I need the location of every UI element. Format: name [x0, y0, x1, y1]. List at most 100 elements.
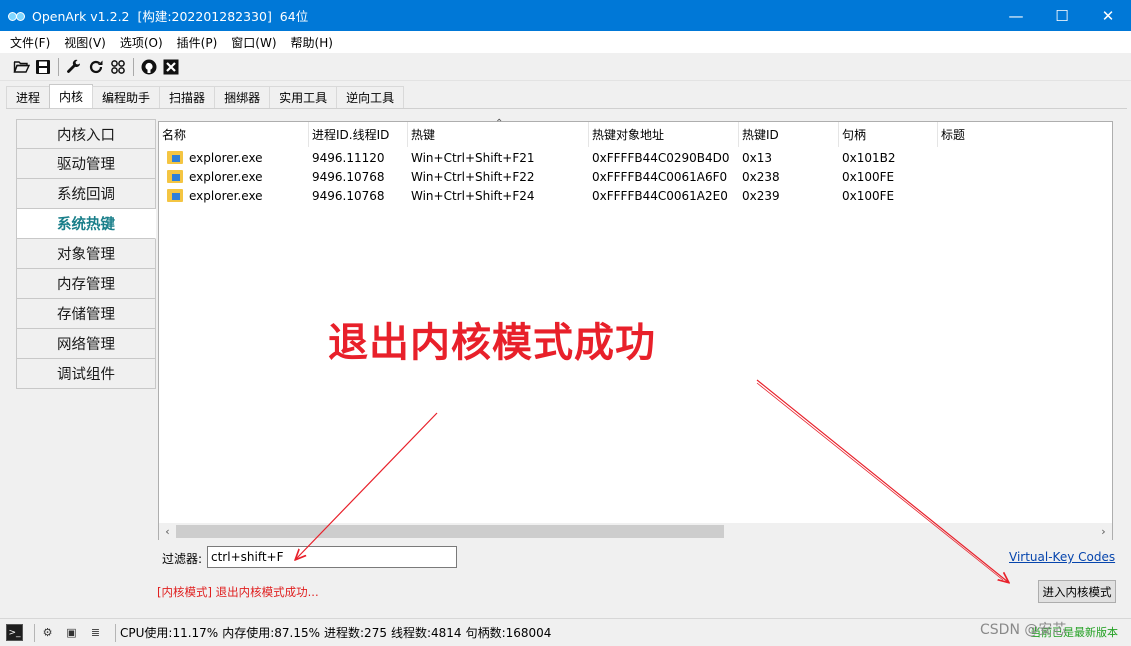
menu-bar: 文件(F) 视图(V) 选项(O) 插件(P) 窗口(W) 帮助(H): [0, 31, 1131, 53]
settings-gear-icon[interactable]: ⚙: [39, 624, 56, 641]
sidebar-item-network-manager[interactable]: 网络管理: [16, 329, 156, 359]
sort-indicator-icon: ⌃: [495, 118, 504, 129]
horizontal-scrollbar[interactable]: ‹ ›: [159, 523, 1112, 540]
column-header-hotkey-id[interactable]: 热键ID: [739, 122, 839, 147]
cell-hotkey: Win+Ctrl+Shift+F22: [411, 169, 535, 184]
table-row[interactable]: explorer.exe 9496.10768 Win+Ctrl+Shift+F…: [159, 167, 1112, 186]
cell-hotkey-id: 0x13: [742, 150, 773, 165]
github-icon[interactable]: [138, 56, 160, 78]
tab-reverse[interactable]: 逆向工具: [336, 86, 405, 108]
menu-help[interactable]: 帮助(H): [284, 34, 340, 51]
cell-handle: 0x101B2: [842, 150, 896, 165]
sidebar-item-storage-manager[interactable]: 存储管理: [16, 299, 156, 329]
cell-pid-tid: 9496.10768: [312, 188, 385, 203]
cell-name-text: explorer.exe: [189, 169, 263, 184]
column-header-hotkey-object-address[interactable]: 热键对象地址: [589, 122, 739, 147]
cell-address: 0xFFFFB44C0061A2E0: [592, 188, 728, 203]
scroll-right-icon[interactable]: ›: [1095, 523, 1112, 540]
cell-name: explorer.exe: [159, 188, 309, 203]
menu-view[interactable]: 视图(V): [57, 34, 113, 51]
cell-name: explorer.exe: [159, 169, 309, 184]
cell-hotkey-id: 0x238: [742, 169, 780, 184]
cell-name: explorer.exe: [159, 150, 309, 165]
column-header-name[interactable]: 名称: [159, 122, 309, 147]
openark-logo-icon: [8, 10, 25, 22]
tab-process[interactable]: 进程: [6, 86, 51, 108]
explorer-icon: [167, 188, 183, 202]
close-box-icon[interactable]: [160, 56, 182, 78]
open-folder-icon[interactable]: [10, 56, 32, 78]
cell-address: 0xFFFFB44C0061A6F0: [592, 169, 728, 184]
tab-utilities[interactable]: 实用工具: [269, 86, 338, 108]
menu-options[interactable]: 选项(O): [113, 34, 170, 51]
handle-count: 句柄数:168004: [465, 626, 552, 640]
enter-kernel-mode-button[interactable]: 进入内核模式: [1038, 580, 1116, 603]
cell-pid-tid: 9496.10768: [312, 169, 385, 184]
cell-hotkey: Win+Ctrl+Shift+F21: [411, 150, 535, 165]
statusbar-separator: [34, 623, 35, 642]
status-bar: >_ ⚙ ▣ ≣ CPU使用:11.17% 内存使用:87.15% 进程数:27…: [0, 618, 1131, 646]
sidebar-item-memory-manager[interactable]: 内存管理: [16, 269, 156, 299]
table-header: 名称 进程ID.线程ID 热键 热键对象地址 热键ID 句柄 标题 ⌃: [159, 118, 1112, 147]
save-icon[interactable]: [32, 56, 54, 78]
cell-name-text: explorer.exe: [189, 188, 263, 203]
table-body: explorer.exe 9496.11120 Win+Ctrl+Shift+F…: [159, 148, 1112, 205]
cell-pid-tid: 9496.11120: [312, 150, 385, 165]
explorer-icon: [167, 150, 183, 164]
cell-handle: 0x100FE: [842, 188, 895, 203]
explorer-icon: [167, 169, 183, 183]
cell-address: 0xFFFFB44C0290B4D0: [592, 150, 730, 165]
tab-scanner[interactable]: 扫描器: [159, 86, 216, 108]
column-header-handle[interactable]: 句柄: [839, 122, 938, 147]
tab-kernel[interactable]: 内核: [49, 84, 94, 108]
table-row[interactable]: explorer.exe 9496.11120 Win+Ctrl+Shift+F…: [159, 148, 1112, 167]
toolbar-separator: [133, 57, 134, 76]
wrench-icon[interactable]: [63, 56, 85, 78]
stack-icon[interactable]: ≣: [87, 624, 104, 641]
filter-input[interactable]: [207, 546, 457, 568]
scrollbar-thumb[interactable]: [176, 525, 724, 538]
memory-usage: 内存使用:87.15%: [222, 626, 321, 640]
virtual-key-codes-link[interactable]: Virtual-Key Codes: [1009, 550, 1115, 564]
process-icon[interactable]: ▣: [63, 624, 80, 641]
csdn-watermark: CSDN @安芯: [980, 622, 1067, 638]
sidebar-item-kernel-entry[interactable]: 内核入口: [16, 119, 156, 149]
cell-hotkey: Win+Ctrl+Shift+F24: [411, 188, 535, 203]
scroll-left-icon[interactable]: ‹: [159, 523, 176, 540]
process-count: 进程数:275: [324, 626, 387, 640]
column-header-pid-tid[interactable]: 进程ID.线程ID: [309, 122, 408, 147]
tab-coder-kit[interactable]: 编程助手: [92, 86, 161, 108]
filter-label: 过滤器:: [162, 552, 203, 566]
grid-icon[interactable]: [107, 56, 129, 78]
sidebar-item-debug-components[interactable]: 调试组件: [16, 359, 156, 389]
kernel-sidebar: 内核入口 驱动管理 系统回调 系统热键 对象管理 内存管理 存储管理 网络管理 …: [16, 119, 156, 389]
main-tabs: 进程 内核 编程助手 扫描器 捆绑器 实用工具 逆向工具: [6, 84, 405, 108]
cell-name-text: explorer.exe: [189, 150, 263, 165]
sidebar-item-object-manager[interactable]: 对象管理: [16, 239, 156, 269]
column-header-title[interactable]: 标题: [938, 122, 1112, 147]
window-title: OpenArk v1.2.2 [构建:202201282330] 64位: [32, 9, 309, 24]
window-controls: — ☐ ✕: [993, 0, 1131, 31]
menu-file[interactable]: 文件(F): [3, 34, 57, 51]
menu-window[interactable]: 窗口(W): [224, 34, 283, 51]
close-button[interactable]: ✕: [1085, 0, 1131, 31]
toolbar: [0, 53, 1131, 81]
refresh-icon[interactable]: [85, 56, 107, 78]
cell-handle: 0x100FE: [842, 169, 895, 184]
statusbar-separator: [115, 623, 116, 642]
maximize-button[interactable]: ☐: [1039, 0, 1085, 31]
sidebar-item-system-hotkeys[interactable]: 系统热键: [16, 209, 156, 239]
cell-hotkey-id: 0x239: [742, 188, 780, 203]
toolbar-separator: [58, 57, 59, 76]
sidebar-item-driver-manager[interactable]: 驱动管理: [16, 149, 156, 179]
table-row[interactable]: explorer.exe 9496.10768 Win+Ctrl+Shift+F…: [159, 186, 1112, 205]
minimize-button[interactable]: —: [993, 0, 1039, 31]
cpu-usage: CPU使用:11.17%: [120, 626, 219, 640]
menu-plugins[interactable]: 插件(P): [170, 34, 225, 51]
kernel-status-message: [内核模式] 退出内核模式成功...: [157, 585, 319, 599]
console-icon[interactable]: >_: [6, 624, 23, 641]
tab-divider: [6, 108, 1127, 109]
title-bar: OpenArk v1.2.2 [构建:202201282330] 64位 — ☐…: [0, 0, 1131, 31]
sidebar-item-system-callbacks[interactable]: 系统回调: [16, 179, 156, 209]
tab-bundler[interactable]: 捆绑器: [214, 86, 271, 108]
